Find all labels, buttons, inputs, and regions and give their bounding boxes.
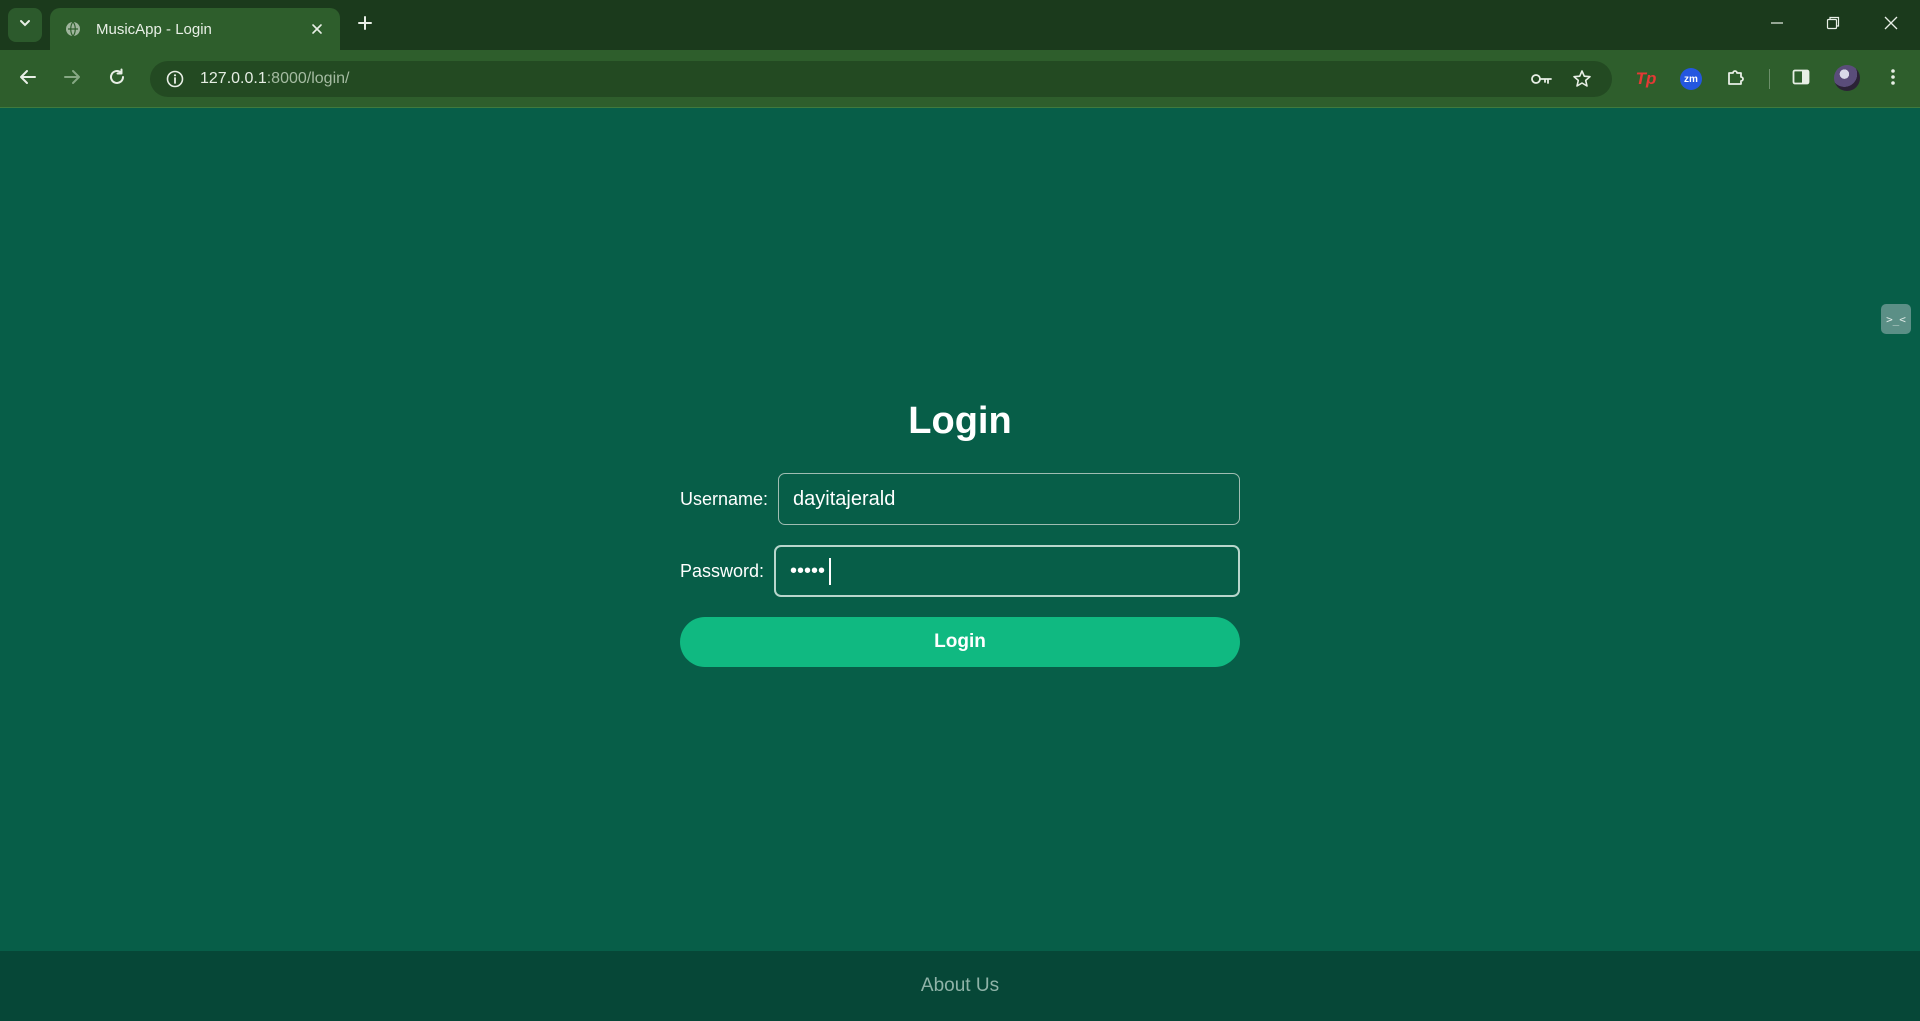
puzzle-icon — [1726, 67, 1746, 92]
password-row: Password: — [680, 545, 1240, 597]
close-icon — [1884, 16, 1898, 35]
username-field[interactable] — [778, 473, 1240, 525]
password-label: Password: — [680, 560, 765, 581]
login-button[interactable]: Login — [680, 617, 1240, 667]
plus-icon — [357, 15, 373, 36]
extensions-button[interactable] — [1723, 66, 1749, 92]
password-field[interactable] — [774, 545, 1240, 597]
browser-toolbar: 127.0.0.1:8000/login/ Tp zm — [0, 50, 1920, 108]
tp-extension-label: Tp — [1635, 69, 1657, 88]
profile-avatar[interactable] — [1834, 65, 1860, 91]
side-panel-button[interactable] — [1788, 66, 1814, 92]
address-bar[interactable]: 127.0.0.1:8000/login/ — [150, 61, 1612, 97]
login-form: Login Username: Password: Login — [680, 391, 1240, 667]
chevron-down-icon — [18, 16, 32, 35]
page-content: >_< Login Username: Password: Login Abou… — [0, 109, 1920, 1021]
page-title: Login — [908, 400, 1012, 442]
url-path: :8000/login/ — [266, 70, 350, 87]
username-row: Username: — [680, 473, 1240, 525]
reload-icon — [108, 68, 126, 91]
reload-button[interactable] — [101, 63, 133, 95]
minimize-icon — [1770, 16, 1784, 35]
window-close-button[interactable] — [1875, 10, 1907, 40]
tp-extension-button[interactable]: Tp — [1633, 66, 1659, 92]
restore-icon — [1826, 16, 1840, 35]
zm-extension-label: zm — [1680, 68, 1702, 90]
tab-strip: MusicApp - Login — [0, 0, 1920, 50]
forward-button[interactable] — [56, 63, 88, 95]
url-text: 127.0.0.1:8000/login/ — [200, 70, 349, 88]
side-extension-tab[interactable]: >_< — [1881, 304, 1911, 334]
password-field-wrapper — [774, 545, 1240, 597]
browser-menu-button[interactable] — [1880, 66, 1906, 92]
star-icon[interactable] — [1570, 67, 1594, 91]
arrow-right-icon — [63, 68, 81, 91]
kebab-menu-icon — [1890, 68, 1896, 91]
tab-title: MusicApp - Login — [96, 20, 212, 38]
new-tab-button[interactable] — [352, 12, 378, 38]
tab-search-button[interactable] — [8, 8, 42, 42]
username-label: Username: — [680, 488, 769, 509]
key-icon[interactable] — [1530, 67, 1554, 91]
zm-extension-button[interactable]: zm — [1678, 66, 1704, 92]
back-button[interactable] — [12, 63, 44, 95]
active-tab[interactable]: MusicApp - Login — [50, 8, 340, 50]
restore-button[interactable] — [1817, 10, 1849, 40]
footer: About Us — [0, 951, 1920, 1021]
info-icon[interactable] — [164, 68, 186, 90]
url-host: 127.0.0.1 — [200, 70, 267, 87]
side-panel-icon — [1792, 68, 1810, 91]
minimize-button[interactable] — [1761, 10, 1793, 40]
about-us-link[interactable]: About Us — [921, 975, 999, 997]
arrow-left-icon — [19, 68, 37, 91]
text-caret — [829, 558, 832, 585]
close-icon[interactable] — [306, 18, 328, 40]
globe-icon — [64, 20, 82, 38]
toolbar-separator — [1769, 69, 1770, 89]
